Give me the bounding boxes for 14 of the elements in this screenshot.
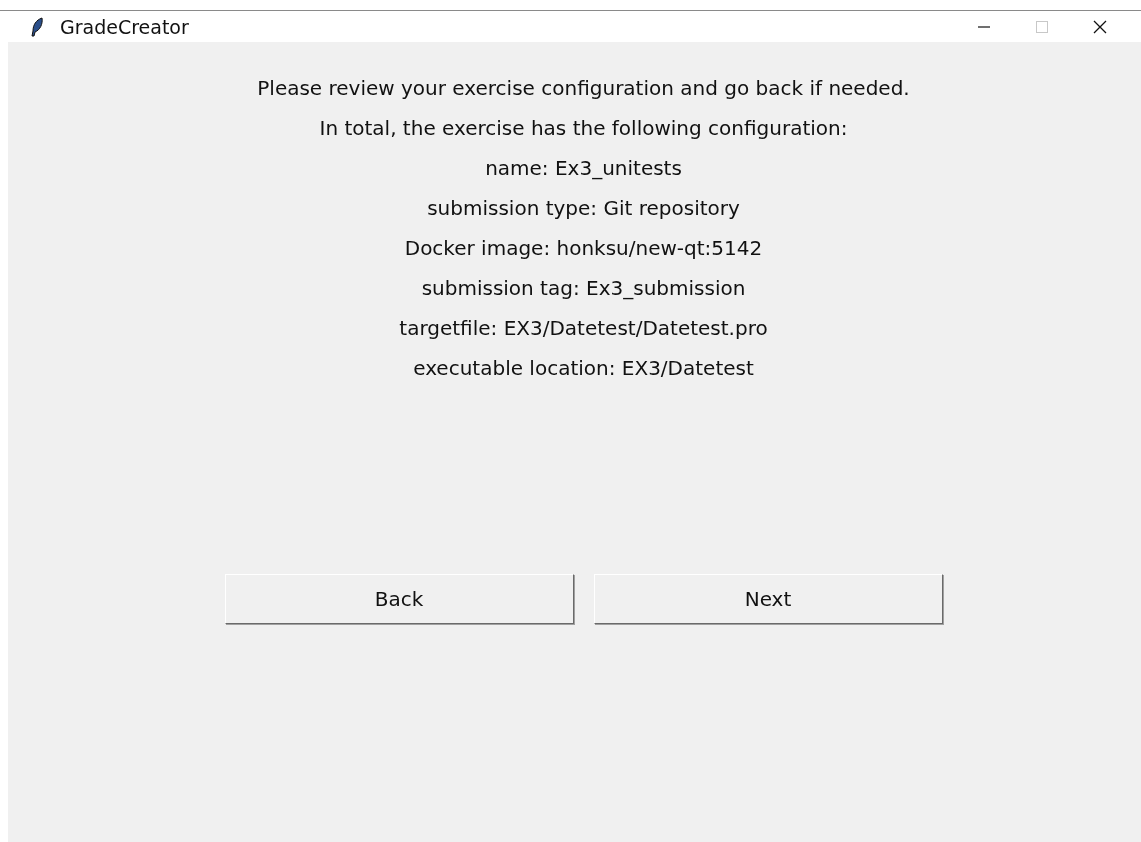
maximize-icon <box>1036 20 1048 33</box>
info-text: Docker image: honksu/new-qt:5142 <box>404 235 763 262</box>
info-text: targetfile: EX3/Datetest/Datetest.pro <box>399 315 768 342</box>
close-icon <box>1093 19 1107 34</box>
info-text: name: Ex3_unitests <box>485 155 682 182</box>
info-text: In total, the exercise has the following configuration: <box>319 115 848 142</box>
feather-icon <box>30 16 44 37</box>
info-text: submission tag: Ex3_submission <box>421 275 746 302</box>
window-title: GradeCreator <box>60 15 189 38</box>
info-text: submission type: Git repository <box>427 195 740 222</box>
info-text: Please review your exercise configuration and go back if needed. <box>257 75 910 102</box>
back-button[interactable]: Back <box>224 574 574 624</box>
next-button[interactable]: Next <box>593 574 943 624</box>
info-text: executable location: EX3/Datetest <box>413 355 754 382</box>
